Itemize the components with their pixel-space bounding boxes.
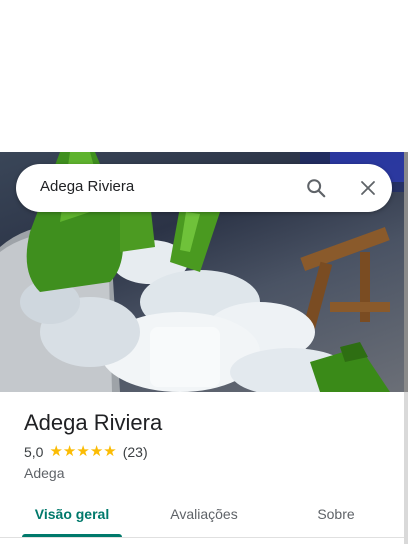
search-bar[interactable]: Adega Riviera bbox=[16, 164, 392, 212]
map-area bbox=[0, 0, 408, 152]
star-icon: ★ bbox=[62, 443, 77, 460]
star-icon: ★ bbox=[89, 443, 104, 460]
search-input[interactable]: Adega Riviera bbox=[40, 178, 134, 195]
tab-about[interactable]: Sobre bbox=[268, 494, 404, 534]
tab-bar: Visão geral Avaliações Sobre bbox=[0, 494, 404, 538]
rating-value: 5,0 bbox=[24, 444, 44, 460]
star-icon: ★ bbox=[49, 443, 63, 460]
tab-reviews[interactable]: Avaliações bbox=[136, 494, 272, 534]
star-rating: ★ ★ ★ ★ ★ bbox=[49, 443, 117, 460]
place-category[interactable]: Adega bbox=[24, 465, 64, 481]
star-icon: ★ bbox=[103, 443, 117, 460]
review-count[interactable]: (23) bbox=[123, 444, 148, 460]
search-icon[interactable] bbox=[302, 174, 330, 202]
star-icon: ★ bbox=[76, 443, 90, 460]
tab-overview[interactable]: Visão geral bbox=[0, 494, 144, 534]
place-title: Adega Riviera bbox=[24, 410, 163, 435]
close-icon[interactable] bbox=[354, 174, 382, 202]
scrollbar-thumb[interactable] bbox=[404, 152, 408, 392]
rating-row[interactable]: 5,0 ★ ★ ★ ★ ★ (23) bbox=[24, 444, 148, 460]
divider bbox=[0, 537, 404, 538]
